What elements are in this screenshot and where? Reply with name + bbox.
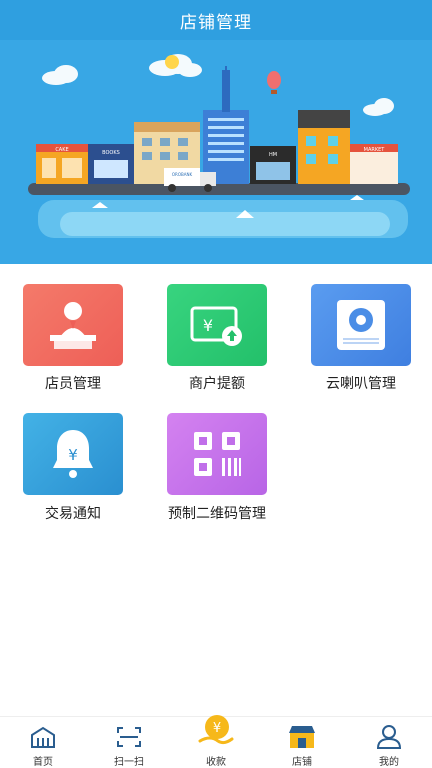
city-skyline-illustration: CAKE BOOKS OROBANK HM MARKET: [28, 54, 410, 238]
tab-home[interactable]: 首页: [0, 717, 86, 768]
svg-text:MARKET: MARKET: [364, 147, 386, 153]
receive-money-icon: ¥: [196, 711, 236, 751]
page-header: 店铺管理: [0, 0, 432, 40]
scan-icon: [114, 723, 144, 751]
qr-code-icon: [194, 432, 241, 476]
svg-text:¥: ¥: [68, 446, 78, 464]
svg-text:¥: ¥: [203, 316, 213, 335]
svg-text:CAKE: CAKE: [55, 147, 68, 153]
menu-item-label: 交易通知: [45, 506, 101, 522]
tab-label: 我的: [379, 757, 399, 768]
tab-receive-money[interactable]: ¥ 收款: [173, 715, 259, 768]
tab-store[interactable]: 店铺: [259, 717, 345, 768]
svg-text:HM: HM: [269, 152, 277, 158]
tab-label: 扫一扫: [114, 757, 144, 768]
bell-icon: ¥: [53, 430, 93, 478]
cloud-speaker-tile[interactable]: [311, 284, 411, 366]
tab-profile[interactable]: 我的: [346, 717, 432, 768]
bottom-tab-bar: 首页 扫一扫 ¥ 收款 店铺 我的: [0, 715, 432, 768]
store-icon: [287, 723, 317, 751]
svg-text:OROBANK: OROBANK: [172, 172, 193, 177]
home-icon: [28, 723, 58, 751]
transaction-notice-tile[interactable]: ¥: [23, 413, 123, 495]
merchant-limit-tile[interactable]: ¥: [167, 284, 267, 366]
menu-item-label: 云喇叭管理: [326, 376, 396, 392]
preset-qr-tile[interactable]: [167, 413, 267, 495]
clerk-management-tile[interactable]: [23, 284, 123, 366]
menu-item-label: 商户提额: [189, 376, 245, 392]
svg-text:BOOKS: BOOKS: [102, 150, 120, 156]
menu-item-label: 预制二维码管理: [168, 506, 266, 522]
tab-scan[interactable]: 扫一扫: [86, 717, 172, 768]
svg-text:¥: ¥: [213, 721, 221, 736]
banner-illustration: CAKE BOOKS OROBANK HM MARKET: [0, 40, 432, 264]
tab-label: 收款: [206, 757, 226, 768]
speaker-icon: [337, 300, 385, 350]
clerk-icon: [50, 302, 96, 349]
wallet-icon: ¥: [190, 306, 242, 346]
profile-icon: [374, 723, 404, 751]
tab-label: 店铺: [292, 757, 312, 768]
page-title: 店铺管理: [180, 12, 252, 33]
menu-item-label: 店员管理: [45, 376, 101, 392]
tab-label: 首页: [33, 757, 53, 768]
